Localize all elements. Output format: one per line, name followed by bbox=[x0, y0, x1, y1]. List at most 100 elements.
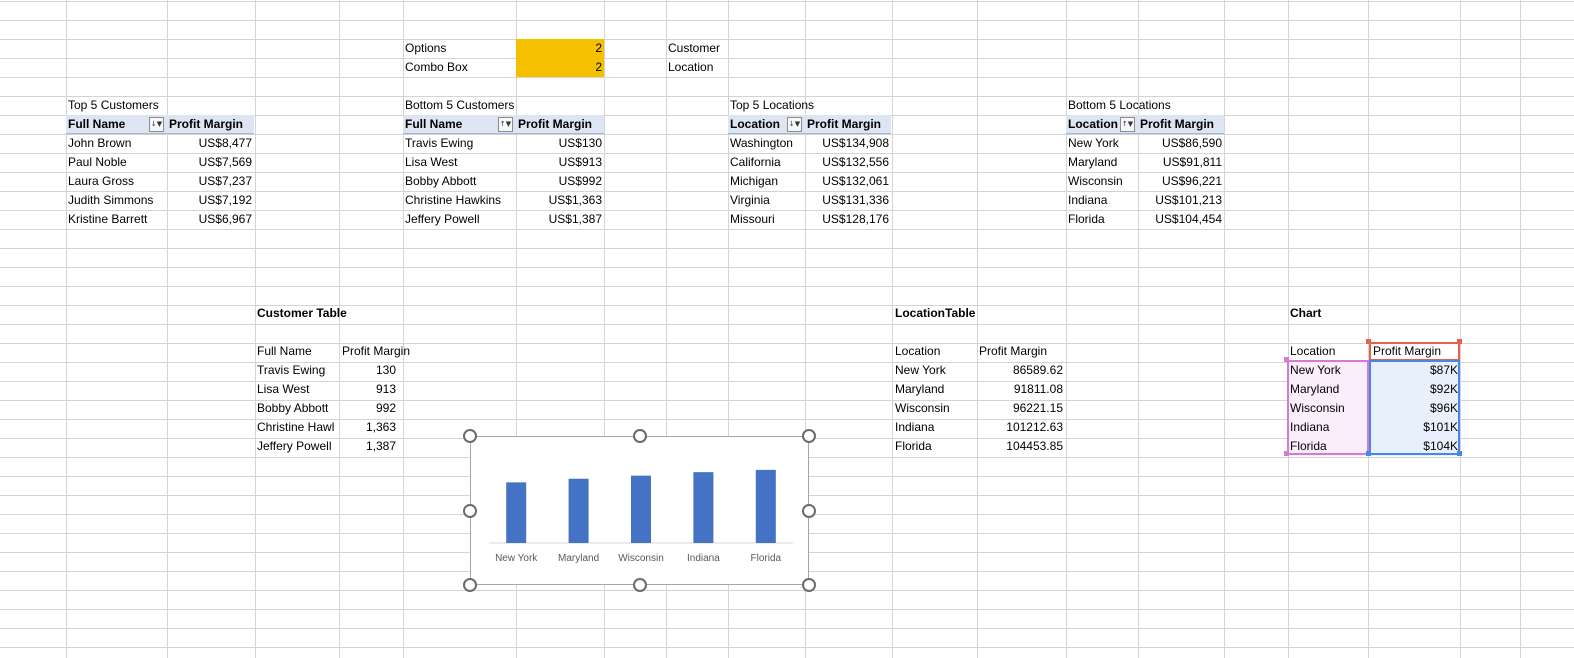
top5-customers-title: Top 5 Customers bbox=[68, 98, 159, 112]
table-row-value: 1,363 bbox=[365, 420, 396, 434]
table-row-value: US$8,477 bbox=[198, 136, 252, 150]
table-row-label: Missouri bbox=[730, 212, 775, 226]
table-row-label: Indiana bbox=[895, 420, 935, 434]
table-row-value: 913 bbox=[375, 382, 396, 396]
table-row-value: 91811.08 bbox=[1013, 382, 1063, 396]
table-row-label: Lisa West bbox=[405, 155, 458, 169]
table-row-value: US$132,061 bbox=[822, 174, 889, 188]
chart-section-title: Chart bbox=[1290, 306, 1322, 320]
table-row-label: New York bbox=[1068, 136, 1119, 150]
selection-range-location bbox=[1287, 360, 1369, 455]
table-row-value: 96221.15 bbox=[1012, 401, 1063, 415]
combo-box-value-cell[interactable]: 2 bbox=[516, 58, 604, 77]
table-row-value: US$96,221 bbox=[1161, 174, 1222, 188]
header-top5-locations-col2[interactable]: Profit Margin bbox=[805, 115, 891, 134]
table-row-label: Bobby Abbott bbox=[257, 401, 329, 415]
x-tick-label: New York bbox=[495, 553, 538, 564]
table-row-value: US$131,336 bbox=[822, 193, 889, 207]
table-row-label: Travis Ewing bbox=[257, 363, 326, 377]
column-header: Full Name bbox=[257, 344, 312, 358]
sort-filter-icon[interactable]: ↓▼ bbox=[149, 117, 164, 132]
table-row-value: US$1,387 bbox=[548, 212, 602, 226]
table-row-value: US$130 bbox=[558, 136, 602, 150]
chart-resize-handle[interactable] bbox=[463, 429, 477, 443]
table-row-label: Bobby Abbott bbox=[405, 174, 477, 188]
chart-resize-handle[interactable] bbox=[632, 429, 647, 443]
sort-filter-icon[interactable]: ↑▼ bbox=[498, 117, 513, 132]
table-row-label: Christine Hawkins bbox=[405, 193, 502, 207]
table-row-value: US$913 bbox=[558, 155, 602, 169]
sort-filter-icon[interactable]: ↓▼ bbox=[787, 117, 802, 132]
column-header: Profit Margin bbox=[979, 344, 1048, 358]
table-row-value: 1,387 bbox=[365, 439, 396, 453]
header-bottom5-locations-col2[interactable]: Profit Margin bbox=[1138, 115, 1224, 134]
table-row-value: 101212.63 bbox=[1006, 420, 1063, 434]
column-header-profit-margin[interactable]: Profit Margin bbox=[1369, 342, 1460, 361]
table-row-label: Wisconsin bbox=[1068, 174, 1123, 188]
range-handle[interactable] bbox=[1457, 339, 1462, 344]
range-handle[interactable] bbox=[1284, 357, 1289, 362]
table-row-label: New York bbox=[895, 363, 946, 377]
bar-new-york[interactable] bbox=[506, 482, 527, 543]
chart-plot: New York Maryland Wisconsin Indiana Florida bbox=[489, 469, 793, 564]
selection-range-profit bbox=[1369, 360, 1460, 455]
header-bottom5-customers-col2[interactable]: Profit Margin bbox=[516, 115, 604, 134]
column-header-location: Location bbox=[1290, 344, 1336, 358]
table-row-label: Maryland bbox=[1068, 155, 1118, 169]
location-table-title: LocationTable bbox=[895, 306, 976, 320]
chart-resize-handle[interactable] bbox=[632, 578, 647, 592]
table-row-value: US$101,213 bbox=[1155, 193, 1222, 207]
table-row-label: John Brown bbox=[68, 136, 132, 150]
location-label: Location bbox=[668, 60, 714, 74]
table-row-value: US$132,556 bbox=[822, 155, 889, 169]
x-tick-label: Florida bbox=[751, 553, 782, 564]
range-handle[interactable] bbox=[1284, 451, 1289, 456]
table-row-label: Kristine Barrett bbox=[68, 212, 148, 226]
table-row-label: Travis Ewing bbox=[405, 136, 474, 150]
bar-wisconsin[interactable] bbox=[631, 475, 651, 543]
table-row-value: 86589.62 bbox=[1012, 363, 1063, 377]
customer-label: Customer bbox=[668, 41, 721, 55]
table-row-value: US$104,454 bbox=[1155, 212, 1222, 226]
table-row-label: Washington bbox=[730, 136, 793, 150]
top5-locations-title: Top 5 Locations bbox=[730, 98, 815, 112]
column-header: Profit Margin bbox=[342, 344, 411, 358]
table-row-label: Jeffery Powell bbox=[257, 439, 332, 453]
column-header: Location bbox=[895, 344, 941, 358]
customer-table-title: Customer Table bbox=[257, 306, 347, 320]
sort-filter-icon[interactable]: ↑▼ bbox=[1120, 117, 1135, 132]
table-row-label: Laura Gross bbox=[68, 174, 135, 188]
header-top5-customers-col2[interactable]: Profit Margin bbox=[167, 115, 254, 134]
range-handle[interactable] bbox=[1366, 339, 1371, 344]
options-label: Options bbox=[405, 41, 447, 55]
chart-resize-handle[interactable] bbox=[802, 429, 816, 443]
bar-florida[interactable] bbox=[755, 469, 776, 543]
chart-resize-handle[interactable] bbox=[802, 503, 816, 518]
range-handle[interactable] bbox=[1457, 451, 1462, 456]
table-row-label: Virginia bbox=[730, 193, 770, 207]
table-row-value: 104453.85 bbox=[1006, 439, 1063, 453]
table-row-value: 992 bbox=[375, 401, 396, 415]
table-row-label: Florida bbox=[1068, 212, 1105, 226]
bar-indiana[interactable] bbox=[693, 472, 714, 543]
table-row-value: US$6,967 bbox=[198, 212, 252, 226]
table-row-value: US$7,237 bbox=[198, 174, 252, 188]
table-row-label: Indiana bbox=[1068, 193, 1108, 207]
embedded-column-chart[interactable]: New York Maryland Wisconsin Indiana Florida bbox=[463, 429, 816, 592]
x-tick-label: Maryland bbox=[558, 553, 599, 564]
x-tick-label: Indiana bbox=[687, 553, 720, 564]
chart-resize-handle[interactable] bbox=[463, 503, 477, 518]
options-value-cell[interactable]: 2 bbox=[516, 39, 604, 58]
table-row-label: Maryland bbox=[895, 382, 945, 396]
table-row-label: Jeffery Powell bbox=[405, 212, 480, 226]
table-row-label: California bbox=[730, 155, 781, 169]
bottom5-locations-title: Bottom 5 Locations bbox=[1068, 98, 1171, 112]
table-row-value: 130 bbox=[375, 363, 396, 377]
table-row-value: US$992 bbox=[558, 174, 602, 188]
table-row-label: Judith Simmons bbox=[68, 193, 154, 207]
bar-maryland[interactable] bbox=[568, 478, 589, 543]
table-row-value: US$91,811 bbox=[1162, 155, 1222, 169]
chart-resize-handle[interactable] bbox=[463, 578, 477, 592]
chart-resize-handle[interactable] bbox=[802, 578, 816, 592]
range-handle[interactable] bbox=[1366, 451, 1371, 456]
